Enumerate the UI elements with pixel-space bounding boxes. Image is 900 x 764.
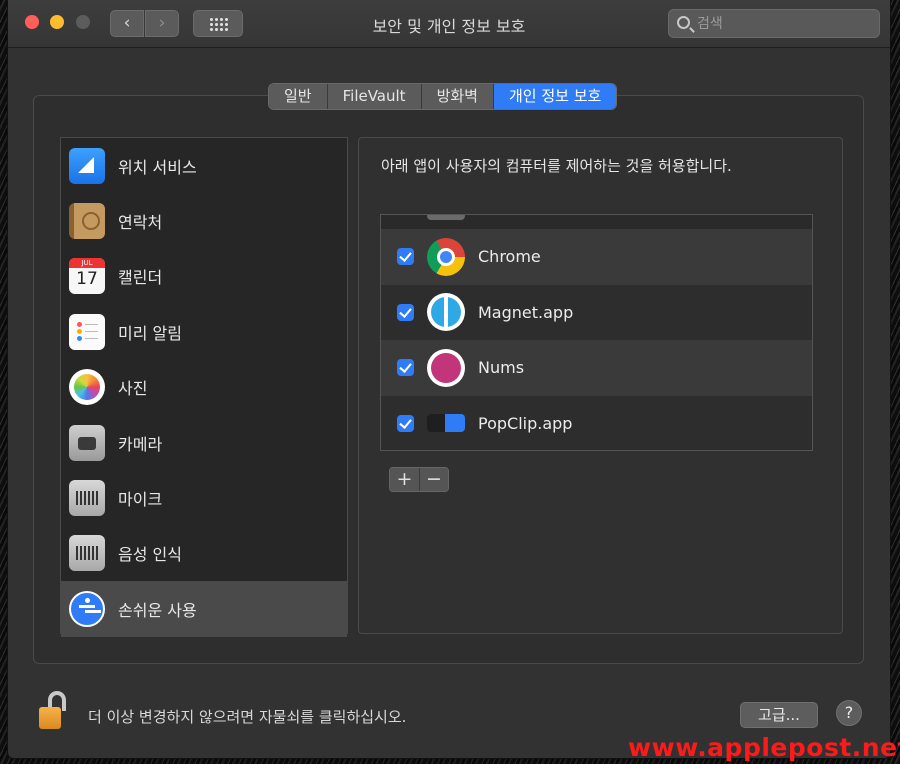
panel-description: 아래 앱이 사용자의 컴퓨터를 제어하는 것을 허용합니다.	[381, 157, 732, 175]
nums-icon	[427, 348, 465, 387]
accessibility-icon	[69, 590, 105, 627]
app-row-popclip[interactable]: PopClip.app	[381, 395, 812, 450]
preferences-window: ‹ › 보안 및 개인 정보 보호 일반 FileVault 방화벽 개인 정보…	[8, 0, 890, 758]
tab-firewall[interactable]: 방화벽	[421, 84, 494, 109]
category-label: 카메라	[118, 434, 163, 454]
app-name: PopClip.app	[478, 413, 573, 433]
help-button[interactable]: ?	[836, 700, 862, 726]
category-reminders[interactable]: 미리 알림	[61, 304, 347, 359]
category-microphone[interactable]: 마이크	[61, 470, 347, 525]
category-label: 위치 서비스	[118, 157, 197, 177]
app-name: Magnet.app	[478, 302, 574, 322]
watermark-text: www.applepost.net	[628, 733, 900, 762]
category-calendar[interactable]: JUL 17 캘린더	[61, 249, 347, 304]
category-accessibility[interactable]: 손쉬운 사용	[61, 581, 347, 637]
app-checkbox[interactable]	[397, 248, 414, 266]
advanced-button[interactable]: 고급...	[740, 702, 818, 728]
tab-filevault[interactable]: FileVault	[327, 84, 422, 109]
chrome-icon	[427, 237, 465, 276]
search-icon	[677, 16, 690, 29]
remove-app-button[interactable]: −	[419, 468, 448, 491]
category-label: 미리 알림	[118, 323, 182, 343]
reminders-icon	[69, 313, 105, 350]
search-field[interactable]	[668, 9, 880, 38]
category-label: 마이크	[118, 490, 163, 510]
app-checkbox[interactable]	[397, 359, 414, 377]
category-label: 연락처	[118, 213, 163, 233]
calendar-day: 17	[76, 269, 98, 290]
add-app-button[interactable]: +	[390, 468, 419, 491]
app-row-magnet[interactable]: Magnet.app	[381, 284, 812, 340]
lock-body	[39, 707, 61, 729]
lock-icon[interactable]	[39, 691, 67, 731]
category-speech-recognition[interactable]: 음성 인식	[61, 526, 347, 581]
popclip-icon	[427, 414, 465, 433]
app-checkbox[interactable]	[397, 303, 414, 321]
app-row-nums[interactable]: Nums	[381, 340, 812, 396]
category-photos[interactable]: 사진	[61, 360, 347, 415]
tab-privacy[interactable]: 개인 정보 보호	[493, 84, 617, 109]
category-label: 음성 인식	[118, 545, 182, 565]
category-camera[interactable]: 카메라	[61, 415, 347, 470]
contacts-icon	[69, 203, 105, 240]
scroll-indicator[interactable]	[427, 215, 465, 220]
magnet-icon	[427, 293, 465, 332]
category-label: 사진	[118, 379, 148, 399]
add-remove-buttons: + −	[389, 467, 449, 492]
app-checkbox[interactable]	[397, 414, 414, 432]
camera-icon	[69, 424, 105, 461]
photos-icon	[69, 369, 105, 406]
calendar-month: JUL	[69, 258, 105, 269]
privacy-category-list: 위치 서비스 연락처 JUL 17 캘린더 미리 알림 사진 카메라 마이크 음…	[60, 137, 348, 637]
lock-status-text: 더 이상 변경하지 않으려면 자물쇠를 클릭하십시오.	[88, 708, 407, 726]
tab-general[interactable]: 일반	[269, 84, 328, 109]
category-label: 손쉬운 사용	[118, 600, 197, 620]
app-list: Chrome Magnet.app Nums PopClip.app	[380, 214, 813, 451]
category-location-services[interactable]: 위치 서비스	[61, 138, 347, 193]
location-icon	[69, 147, 105, 184]
category-label: 캘린더	[118, 268, 163, 288]
title-bar: ‹ › 보안 및 개인 정보 보호	[8, 0, 890, 48]
search-input[interactable]	[697, 13, 872, 34]
app-name: Chrome	[478, 247, 541, 267]
app-name: Nums	[478, 358, 525, 378]
app-row-chrome[interactable]: Chrome	[381, 229, 812, 285]
microphone-icon	[69, 480, 105, 517]
calendar-icon: JUL 17	[69, 258, 105, 295]
category-contacts[interactable]: 연락처	[61, 193, 347, 248]
speech-recognition-icon	[69, 535, 105, 572]
tab-bar: 일반 FileVault 방화벽 개인 정보 보호	[268, 83, 618, 110]
